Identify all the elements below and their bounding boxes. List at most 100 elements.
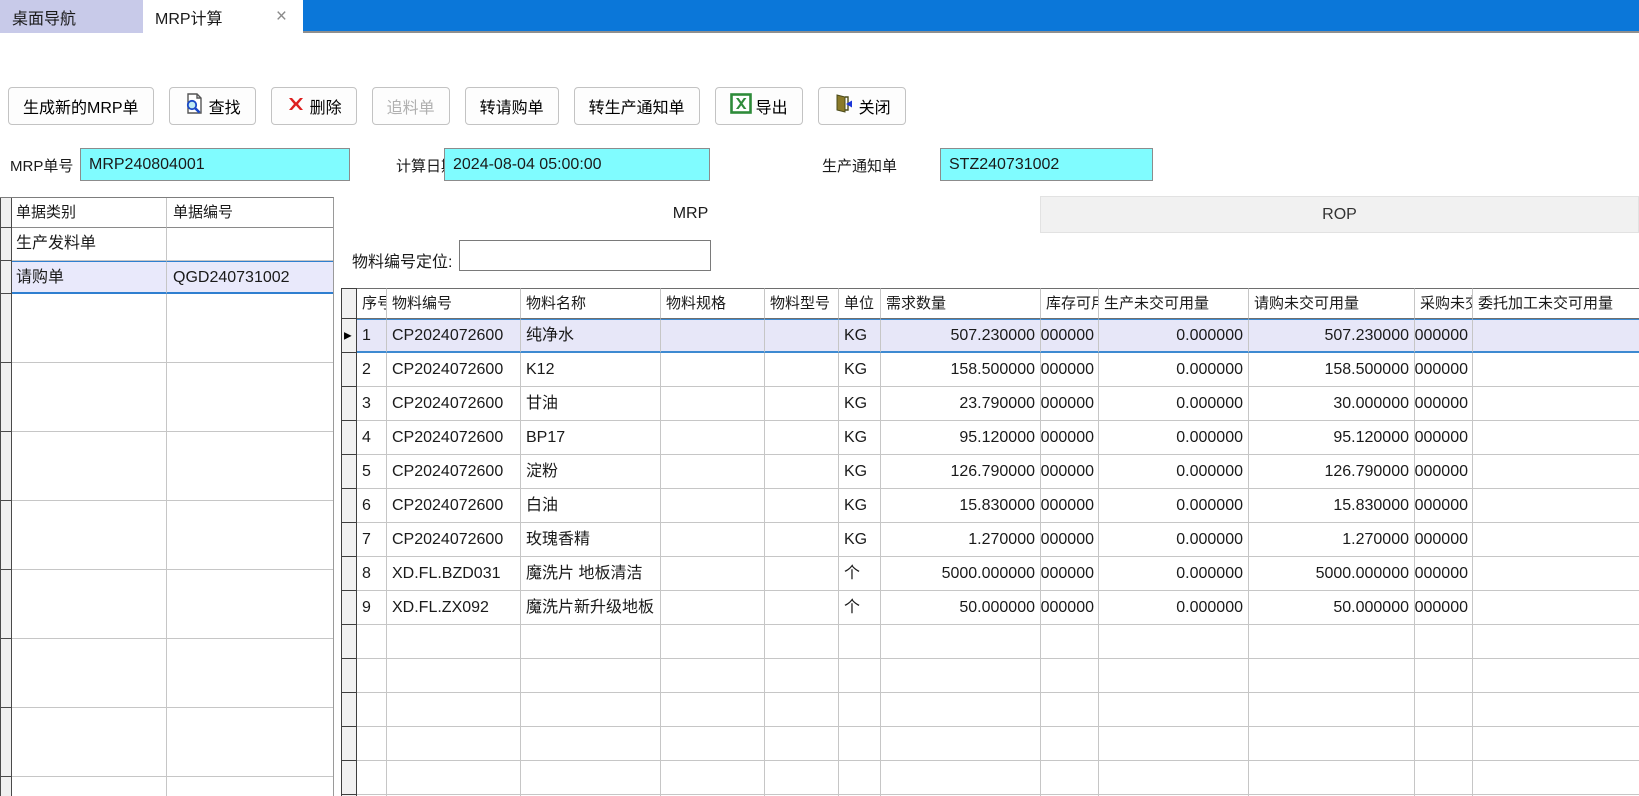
table-row-selected[interactable]: 请购单 QGD240731002: [0, 261, 334, 294]
grid-cell[interactable]: [1473, 387, 1639, 421]
grid-column-header[interactable]: 序号: [357, 288, 387, 319]
grid-cell[interactable]: 95.120000: [1249, 421, 1415, 455]
grid-column-header[interactable]: 生产未交可用量: [1099, 288, 1249, 319]
grid-cell[interactable]: [1473, 319, 1639, 353]
grid-cell[interactable]: 15.830000: [881, 489, 1041, 523]
doc-no-cell[interactable]: QGD240731002: [167, 261, 334, 294]
grid-cell[interactable]: 1: [357, 319, 387, 353]
grid-cell[interactable]: [1473, 557, 1639, 591]
grid-cell[interactable]: 5000.000000: [881, 557, 1041, 591]
grid-cell[interactable]: 0.000000: [1099, 523, 1249, 557]
grid-row[interactable]: 5CP2024072600淀粉KG126.7900000.0000000.000…: [341, 455, 1639, 489]
grid-cell[interactable]: 0.000000: [1099, 591, 1249, 625]
grid-cell[interactable]: 7: [357, 523, 387, 557]
grid-cell[interactable]: KG: [839, 353, 881, 387]
row-selector[interactable]: [0, 228, 12, 261]
grid-cell[interactable]: 0.000000: [1041, 591, 1099, 625]
grid-cell[interactable]: 9: [357, 591, 387, 625]
grid-cell[interactable]: 淀粉: [521, 455, 661, 489]
grid-cell[interactable]: [661, 353, 765, 387]
grid-cell[interactable]: 0.000000: [1041, 523, 1099, 557]
grid-cell[interactable]: 6: [357, 489, 387, 523]
grid-cell[interactable]: 1.270000: [881, 523, 1041, 557]
grid-cell[interactable]: 0.000000: [1415, 455, 1473, 489]
grid-cell[interactable]: [765, 319, 839, 353]
grid-column-header[interactable]: 委托加工未交可用量: [1473, 288, 1639, 319]
grid-cell[interactable]: [661, 489, 765, 523]
grid-row[interactable]: 4CP2024072600BP17KG95.1200000.0000000.00…: [341, 421, 1639, 455]
grid-row[interactable]: 2CP2024072600K12KG158.5000000.0000000.00…: [341, 353, 1639, 387]
grid-cell[interactable]: [765, 557, 839, 591]
grid-cell[interactable]: 507.230000: [881, 319, 1041, 353]
row-selector[interactable]: [341, 591, 357, 625]
grid-cell[interactable]: BP17: [521, 421, 661, 455]
to-production-notice-button[interactable]: 转生产通知单: [574, 87, 700, 125]
grid-cell[interactable]: KG: [839, 455, 881, 489]
tab-mrp[interactable]: MRP: [341, 196, 1040, 233]
grid-cell[interactable]: 0.000000: [1415, 353, 1473, 387]
grid-cell[interactable]: 23.790000: [881, 387, 1041, 421]
grid-cell[interactable]: 白油: [521, 489, 661, 523]
grid-cell[interactable]: 甘油: [521, 387, 661, 421]
tab-desktop-nav[interactable]: 桌面导航: [0, 0, 143, 33]
grid-cell[interactable]: [1473, 523, 1639, 557]
grid-cell[interactable]: 玫瑰香精: [521, 523, 661, 557]
row-selector[interactable]: [341, 489, 357, 523]
calc-date-field[interactable]: 2024-08-04 05:00:00: [444, 148, 710, 181]
row-selector[interactable]: ▶: [341, 319, 357, 353]
grid-cell[interactable]: 3: [357, 387, 387, 421]
grid-column-header[interactable]: 物料名称: [521, 288, 661, 319]
grid-cell[interactable]: 0.000000: [1099, 319, 1249, 353]
doc-type-cell[interactable]: 生产发料单: [12, 228, 167, 261]
grid-row[interactable]: 8XD.FL.BZD031魔洗片 地板清洁个5000.0000000.00000…: [341, 557, 1639, 591]
grid-cell[interactable]: 0.000000: [1099, 387, 1249, 421]
grid-column-header[interactable]: 物料规格: [661, 288, 765, 319]
grid-cell[interactable]: 个: [839, 557, 881, 591]
grid-column-header[interactable]: 库存可用量: [1041, 288, 1099, 319]
grid-row[interactable]: 9XD.FL.ZX092魔洗片新升级地板个50.0000000.0000000.…: [341, 591, 1639, 625]
tab-rop[interactable]: ROP: [1040, 196, 1639, 233]
grid-cell[interactable]: 0.000000: [1415, 557, 1473, 591]
row-selector[interactable]: [341, 557, 357, 591]
grid-cell[interactable]: 126.790000: [1249, 455, 1415, 489]
grid-column-header[interactable]: 物料编号: [387, 288, 521, 319]
grid-cell[interactable]: [1473, 353, 1639, 387]
grid-cell[interactable]: CP2024072600: [387, 421, 521, 455]
grid-cell[interactable]: [765, 523, 839, 557]
grid-cell[interactable]: 0.000000: [1041, 489, 1099, 523]
grid-cell[interactable]: CP2024072600: [387, 353, 521, 387]
tab-mrp-calc[interactable]: MRP计算 ×: [143, 0, 303, 33]
doc-type-cell[interactable]: 请购单: [12, 261, 167, 294]
grid-cell[interactable]: 魔洗片新升级地板: [521, 591, 661, 625]
prod-notice-field[interactable]: STZ240731002: [940, 148, 1153, 181]
grid-cell[interactable]: 0.000000: [1415, 489, 1473, 523]
grid-cell[interactable]: [765, 421, 839, 455]
grid-cell[interactable]: K12: [521, 353, 661, 387]
row-selector[interactable]: [341, 421, 357, 455]
grid-row[interactable]: ▶1CP2024072600纯净水KG507.2300000.0000000.0…: [341, 319, 1639, 353]
grid-cell[interactable]: CP2024072600: [387, 319, 521, 353]
grid-cell[interactable]: CP2024072600: [387, 455, 521, 489]
grid-cell[interactable]: 126.790000: [881, 455, 1041, 489]
grid-cell[interactable]: 0.000000: [1415, 523, 1473, 557]
grid-cell[interactable]: [765, 455, 839, 489]
grid-cell[interactable]: CP2024072600: [387, 489, 521, 523]
doc-type-column-header[interactable]: 单据类别: [12, 198, 167, 228]
grid-cell[interactable]: 2: [357, 353, 387, 387]
grid-cell[interactable]: [661, 591, 765, 625]
find-button[interactable]: 查找: [169, 87, 256, 125]
grid-cell[interactable]: [1473, 455, 1639, 489]
grid-cell[interactable]: [661, 319, 765, 353]
grid-cell[interactable]: 95.120000: [881, 421, 1041, 455]
grid-cell[interactable]: [1473, 421, 1639, 455]
table-row[interactable]: 生产发料单: [0, 228, 334, 261]
grid-cell[interactable]: KG: [839, 421, 881, 455]
row-selector[interactable]: [341, 455, 357, 489]
grid-cell[interactable]: 50.000000: [881, 591, 1041, 625]
doc-no-column-header[interactable]: 单据编号: [167, 198, 334, 228]
grid-cell[interactable]: 0.000000: [1415, 387, 1473, 421]
grid-cell[interactable]: [765, 353, 839, 387]
mrp-no-field[interactable]: MRP240804001: [80, 148, 350, 181]
grid-cell[interactable]: [661, 421, 765, 455]
grid-cell[interactable]: 4: [357, 421, 387, 455]
